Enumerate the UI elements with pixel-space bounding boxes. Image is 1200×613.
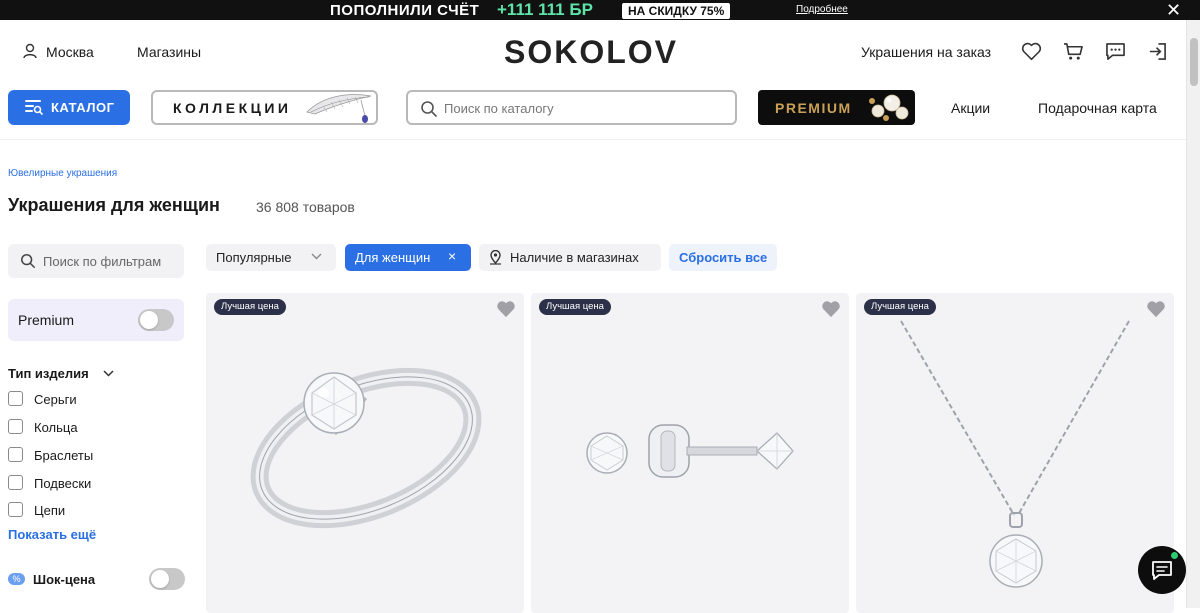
product-card[interactable]: Лучшая цена — [206, 293, 524, 613]
remove-filter-icon[interactable]: × — [448, 248, 456, 264]
collections-label: КОЛЛЕКЦИИ — [173, 100, 292, 116]
collections-button[interactable]: КОЛЛЕКЦИИ — [151, 90, 378, 125]
sales-link[interactable]: Акции — [951, 100, 990, 116]
city-selector[interactable]: Москва — [46, 44, 94, 60]
online-status-dot — [1171, 552, 1178, 559]
earrings-image — [586, 424, 794, 478]
show-more-link[interactable]: Показать ещё — [8, 527, 96, 542]
sort-label: Популярные — [216, 250, 292, 265]
type-label: Серьги — [34, 392, 77, 407]
feather-brooch-icon — [306, 94, 372, 123]
scrollbar-thumb[interactable] — [1190, 38, 1198, 86]
catalog-button[interactable]: КАТАЛОГ — [8, 90, 130, 125]
promo-discount-badge: НА СКИДКУ 75% — [622, 3, 731, 19]
type-label: Кольца — [34, 420, 78, 435]
type-label: Подвески — [34, 476, 92, 491]
promo-close-icon[interactable]: ✕ — [1166, 0, 1181, 20]
premium-label: PREMIUM — [775, 100, 852, 116]
type-checkbox-earrings[interactable]: Серьги — [8, 390, 178, 410]
page-title: Украшения для женщин — [8, 195, 220, 215]
header-divider — [0, 139, 1186, 140]
reset-label: Сбросить все — [679, 250, 768, 265]
checkbox[interactable] — [8, 391, 23, 406]
promo-text: ПОПОЛНИЛИ СЧЁТ — [330, 2, 480, 19]
type-label: Цепи — [34, 503, 66, 518]
menu-search-icon — [25, 100, 43, 115]
premium-filter: Premium — [8, 299, 184, 341]
heart-icon[interactable] — [1021, 42, 1042, 61]
product-type-label: Тип изделия — [8, 366, 89, 381]
filter-chip-women[interactable]: Для женщин × — [345, 244, 471, 271]
type-checkbox-chains[interactable]: Цепи — [8, 501, 178, 521]
pearls-icon — [869, 94, 909, 121]
store-availability-filter[interactable]: Наличие в магазинах — [479, 244, 661, 271]
chat-icon[interactable] — [1105, 42, 1126, 61]
filter-search-input[interactable] — [43, 252, 183, 270]
support-chat-button[interactable] — [1138, 546, 1186, 594]
premium-button[interactable]: PREMIUM — [758, 90, 915, 125]
scrollbar[interactable] — [1186, 20, 1200, 608]
product-count: 36 808 товаров — [256, 199, 355, 215]
search-icon — [21, 254, 35, 268]
product-card[interactable]: Лучшая цена — [531, 293, 849, 613]
premium-toggle[interactable] — [138, 309, 174, 331]
premium-filter-label: Premium — [18, 312, 75, 328]
ring-image — [250, 367, 482, 529]
checkbox[interactable] — [8, 502, 23, 517]
product-type-header[interactable]: Тип изделия — [8, 366, 114, 381]
shock-price-toggle[interactable] — [149, 568, 185, 590]
promo-details-link[interactable]: Подробнее — [796, 4, 848, 15]
type-checkbox-bracelets[interactable]: Браслеты — [8, 446, 178, 466]
chevron-down-icon — [103, 370, 114, 377]
sokolov-logo[interactable]: SOKOLOV — [504, 34, 678, 71]
user-location-icon — [23, 43, 37, 59]
catalog-search[interactable] — [406, 90, 737, 125]
chat-bubble-icon — [1152, 561, 1172, 580]
reset-filters-button[interactable]: Сбросить все — [669, 244, 777, 271]
type-checkbox-rings[interactable]: Кольца — [8, 418, 178, 438]
best-price-badge: Лучшая цена — [539, 299, 611, 315]
favorite-heart-icon[interactable] — [1146, 300, 1166, 318]
cart-icon[interactable] — [1063, 42, 1084, 61]
filter-chip-label: Для женщин — [355, 250, 431, 265]
availability-label: Наличие в магазинах — [510, 250, 639, 265]
shock-price-label: Шок-цена — [33, 572, 96, 587]
checkbox[interactable] — [8, 475, 23, 490]
catalog-search-input[interactable] — [444, 98, 724, 118]
chevron-down-icon — [311, 253, 322, 260]
filter-search[interactable] — [8, 244, 184, 278]
favorite-heart-icon[interactable] — [821, 300, 841, 318]
type-checkbox-pendants[interactable]: Подвески — [8, 474, 178, 494]
shock-price-filter: % Шок-цена — [8, 567, 188, 591]
percent-badge: % — [8, 573, 25, 585]
product-card[interactable]: Лучшая цена — [856, 293, 1174, 613]
custom-jewelry-link[interactable]: Украшения на заказ — [861, 44, 991, 60]
breadcrumb[interactable]: Ювелирные украшения — [8, 168, 117, 179]
favorite-heart-icon[interactable] — [496, 300, 516, 318]
sort-dropdown[interactable]: Популярные — [206, 244, 336, 271]
checkbox[interactable] — [8, 447, 23, 462]
catalog-label: КАТАЛОГ — [51, 100, 115, 115]
promo-amount: +111 111 БР — [497, 0, 593, 19]
best-price-badge: Лучшая цена — [864, 299, 936, 315]
promo-banner[interactable]: ПОПОЛНИЛИ СЧЁТ +111 111 БР НА СКИДКУ 75%… — [0, 0, 1200, 20]
type-label: Браслеты — [34, 448, 94, 463]
best-price-badge: Лучшая цена — [214, 299, 286, 315]
pendant-image — [900, 320, 1130, 588]
stores-link[interactable]: Магазины — [137, 44, 201, 60]
checkbox[interactable] — [8, 419, 23, 434]
gift-card-link[interactable]: Подарочная карта — [1038, 100, 1157, 116]
location-pin-icon — [490, 250, 501, 265]
search-icon — [421, 101, 437, 117]
login-icon[interactable] — [1148, 42, 1167, 61]
